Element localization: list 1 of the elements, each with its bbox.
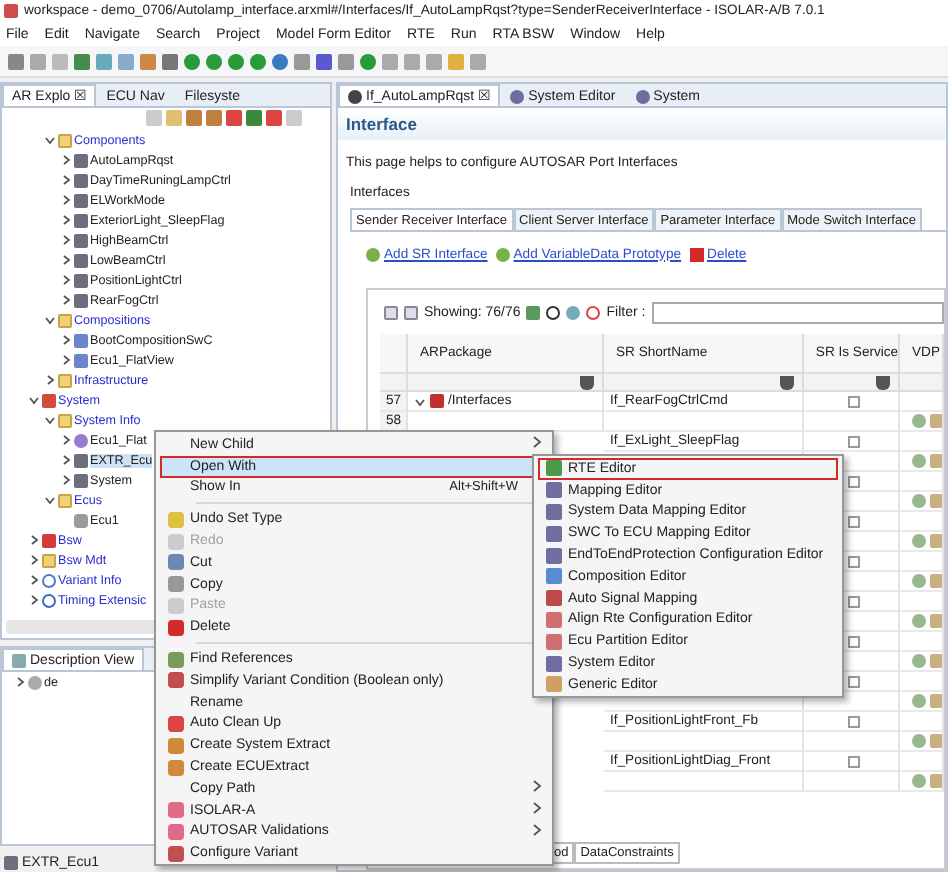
page-heading: Interface [338, 108, 946, 140]
